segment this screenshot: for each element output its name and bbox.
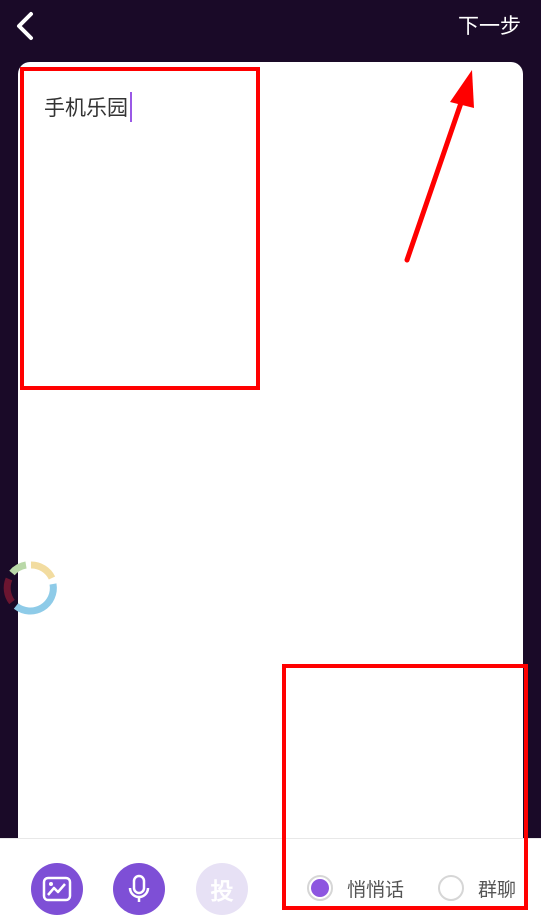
whisper-label: 悄悄话 (347, 878, 405, 901)
text-caret (130, 92, 132, 122)
image-icon (42, 876, 72, 902)
bottom-toolbar: 投 悄悄话 群聊 (0, 838, 541, 921)
add-image-button[interactable] (31, 863, 83, 915)
microphone-icon (128, 874, 150, 902)
group-chat-option[interactable]: 群聊 (438, 873, 516, 903)
post-text-input[interactable]: 手机乐园 (44, 92, 132, 122)
vote-button[interactable]: 投 (196, 863, 248, 915)
whisper-radio[interactable] (307, 875, 333, 901)
post-editor[interactable]: 手机乐园 (18, 62, 523, 862)
whisper-option[interactable]: 悄悄话 (307, 873, 404, 903)
voice-button[interactable] (113, 863, 165, 915)
post-text-value: 手机乐园 (44, 96, 128, 120)
group-chat-radio[interactable] (438, 875, 464, 901)
chevron-left-icon (17, 12, 33, 40)
loading-spinner-icon (3, 561, 57, 615)
next-step-button[interactable]: 下一步 (458, 10, 521, 42)
back-button[interactable] (10, 6, 42, 46)
top-bar: 下一步 (0, 0, 541, 54)
group-chat-label: 群聊 (478, 878, 517, 901)
